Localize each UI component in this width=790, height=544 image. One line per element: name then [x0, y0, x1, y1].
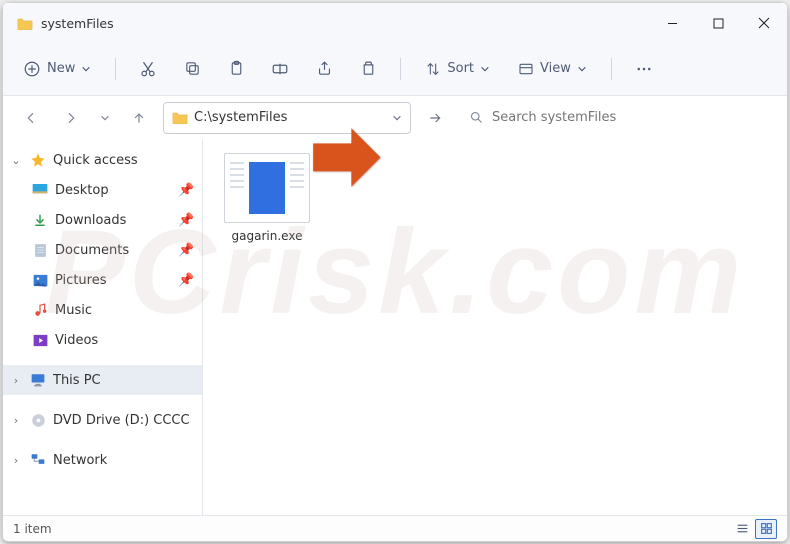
file-item[interactable]: gagarin.exe [221, 153, 313, 243]
navbar [3, 95, 787, 139]
window-title: systemFiles [41, 16, 114, 31]
sidebar-item-quick-access[interactable]: ⌄ Quick access [3, 145, 202, 175]
label: This PC [53, 373, 192, 388]
body: ⌄ Quick access Desktop 📌 Downloads 📌 Doc… [3, 139, 787, 515]
delete-button[interactable] [350, 51, 386, 87]
desktop-icon [31, 181, 49, 199]
view-icon [518, 61, 534, 77]
label: Pictures [55, 273, 172, 288]
label: Network [53, 453, 192, 468]
sidebar-item-music[interactable]: Music [3, 295, 202, 325]
details-view-button[interactable] [731, 519, 753, 539]
pin-icon: 📌 [178, 273, 192, 288]
share-button[interactable] [306, 51, 342, 87]
chevron-down-icon [81, 64, 91, 74]
pin-icon: 📌 [178, 243, 192, 258]
label: DVD Drive (D:) CCCC [53, 413, 192, 428]
separator [115, 58, 116, 80]
new-button[interactable]: New [13, 54, 101, 84]
pin-icon: 📌 [178, 183, 192, 198]
label: Music [55, 303, 192, 318]
minimize-button[interactable] [649, 3, 695, 43]
download-icon [31, 211, 49, 229]
star-icon [29, 151, 47, 169]
titlebar: systemFiles [3, 3, 787, 43]
status-bar: 1 item [3, 515, 787, 541]
file-pane[interactable]: gagarin.exe [203, 139, 787, 515]
new-label: New [47, 61, 75, 76]
close-button[interactable] [741, 3, 787, 43]
forward-button[interactable] [55, 102, 87, 134]
network-icon [29, 451, 47, 469]
sort-label: Sort [447, 61, 474, 76]
chevron-right-icon[interactable]: › [9, 414, 23, 427]
file-name: gagarin.exe [221, 229, 313, 243]
new-icon [23, 60, 41, 78]
address-bar[interactable] [163, 102, 411, 134]
document-icon [31, 241, 49, 259]
more-button[interactable] [626, 51, 662, 87]
search-input[interactable] [492, 110, 765, 125]
go-button[interactable] [419, 102, 451, 134]
sidebar-item-downloads[interactable]: Downloads 📌 [3, 205, 202, 235]
sort-icon [425, 61, 441, 77]
item-count: 1 item [13, 522, 52, 536]
search-icon [469, 110, 484, 125]
sort-button[interactable]: Sort [415, 55, 500, 83]
disc-icon [29, 411, 47, 429]
maximize-button[interactable] [695, 3, 741, 43]
label: Downloads [55, 213, 172, 228]
label: Desktop [55, 183, 172, 198]
copy-button[interactable] [174, 51, 210, 87]
pin-icon: 📌 [178, 213, 192, 228]
chevron-down-icon [577, 64, 587, 74]
label: Quick access [53, 153, 192, 168]
chevron-down-icon[interactable] [392, 113, 402, 123]
sidebar-item-dvd[interactable]: › DVD Drive (D:) CCCC [3, 405, 202, 435]
separator [400, 58, 401, 80]
video-icon [31, 331, 49, 349]
view-label: View [540, 61, 571, 76]
sidebar: ⌄ Quick access Desktop 📌 Downloads 📌 Doc… [3, 139, 203, 515]
paste-button[interactable] [218, 51, 254, 87]
up-button[interactable] [123, 102, 155, 134]
chevron-down-icon [480, 64, 490, 74]
file-thumb [224, 153, 310, 223]
back-button[interactable] [15, 102, 47, 134]
sidebar-item-desktop[interactable]: Desktop 📌 [3, 175, 202, 205]
chevron-right-icon[interactable]: › [9, 454, 23, 467]
pc-icon [29, 371, 47, 389]
folder-icon [17, 17, 33, 30]
label: Documents [55, 243, 172, 258]
rename-button[interactable] [262, 51, 298, 87]
toolbar: New Sort View [3, 43, 787, 95]
recent-dropdown[interactable] [95, 102, 115, 134]
explorer-window: systemFiles New Sort View [2, 2, 788, 542]
sidebar-item-documents[interactable]: Documents 📌 [3, 235, 202, 265]
sidebar-item-network[interactable]: › Network [3, 445, 202, 475]
sidebar-item-this-pc[interactable]: › This PC [3, 365, 202, 395]
search-box[interactable] [459, 102, 775, 134]
icons-view-button[interactable] [755, 519, 777, 539]
music-icon [31, 301, 49, 319]
separator [611, 58, 612, 80]
address-input[interactable] [194, 110, 386, 125]
sidebar-item-pictures[interactable]: Pictures 📌 [3, 265, 202, 295]
picture-icon [31, 271, 49, 289]
chevron-down-icon[interactable]: ⌄ [9, 154, 23, 167]
folder-icon [172, 111, 188, 124]
label: Videos [55, 333, 192, 348]
sidebar-item-videos[interactable]: Videos [3, 325, 202, 355]
view-button[interactable]: View [508, 55, 597, 83]
cut-button[interactable] [130, 51, 166, 87]
chevron-right-icon[interactable]: › [9, 374, 23, 387]
